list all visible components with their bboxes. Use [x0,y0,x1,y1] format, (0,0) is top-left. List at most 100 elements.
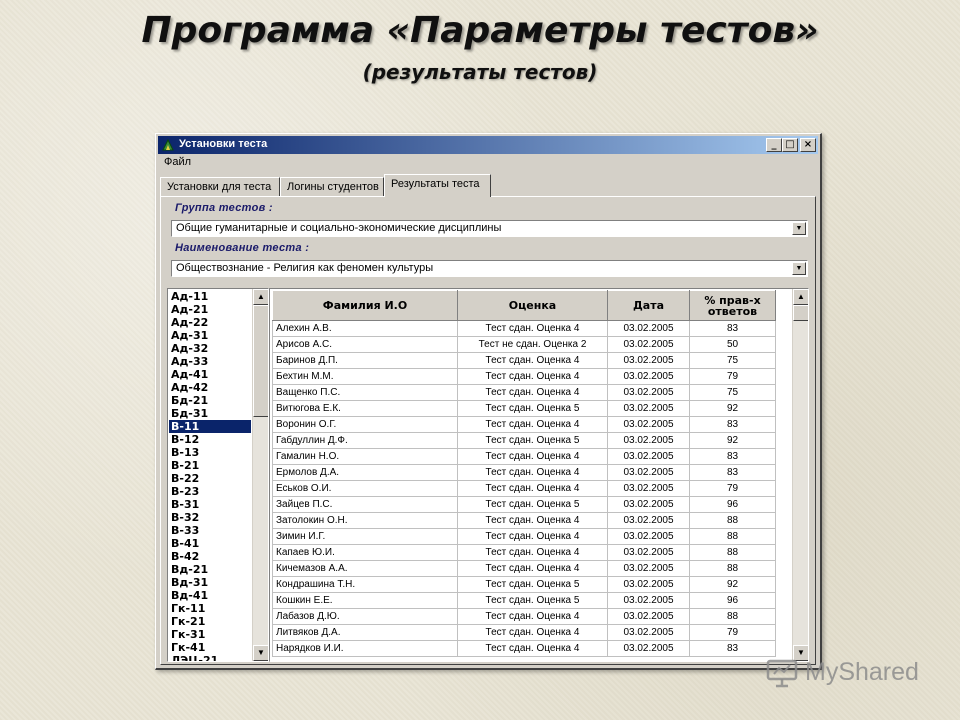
group-list-item[interactable]: В-13 [169,446,251,459]
cell-date[interactable]: 03.02.2005 [607,624,690,641]
minimize-button[interactable]: _ [766,138,782,152]
cell-percent[interactable]: 75 [689,352,776,369]
chevron-down-icon[interactable]: ▼ [792,262,806,275]
cell-percent[interactable]: 92 [689,400,776,417]
cell-date[interactable]: 03.02.2005 [607,320,690,337]
cell-date[interactable]: 03.02.2005 [607,528,690,545]
table-row[interactable]: Лабазов Д.Ю. Тест сдан. Оценка 4 03.02.200… [272,608,776,625]
group-list-item[interactable]: Гк-21 [169,615,251,628]
cell-name[interactable]: Габдуллин Д.Ф. [272,432,458,449]
table-row[interactable]: Бехтин М.М. Тест сдан. Оценка 4 03.02.2005… [272,368,776,385]
table-row[interactable]: Баринов Д.П. Тест сдан. Оценка 4 03.02.200… [272,352,776,369]
cell-date[interactable]: 03.02.2005 [607,512,690,529]
cell-name[interactable]: Ермолов Д.А. [272,464,458,481]
group-list-item[interactable]: Ад-21 [169,303,251,316]
cell-name[interactable]: Кондрашина Т.Н. [272,576,458,593]
cell-grade[interactable]: Тест сдан. Оценка 4 [457,528,608,545]
group-list-item[interactable]: Ад-33 [169,355,251,368]
table-row[interactable]: Алехин А.В. Тест сдан. Оценка 4 03.02.2005… [272,320,776,337]
cell-name[interactable]: Гамалин Н.О. [272,448,458,465]
cell-date[interactable]: 03.02.2005 [607,384,690,401]
cell-percent[interactable]: 83 [689,464,776,481]
cell-grade[interactable]: Тест сдан. Оценка 5 [457,432,608,449]
group-list-item[interactable]: Ад-22 [169,316,251,329]
cell-percent[interactable]: 88 [689,608,776,625]
group-list-item[interactable]: ЛЭЦ-21 [169,654,251,661]
cell-date[interactable]: 03.02.2005 [607,640,690,657]
cell-grade[interactable]: Тест сдан. Оценка 4 [457,384,608,401]
cell-date[interactable]: 03.02.2005 [607,608,690,625]
group-list-item[interactable]: В-23 [169,485,251,498]
table-row[interactable]: Витюгова Е.К. Тест сдан. Оценка 5 03.02.20… [272,400,776,417]
group-list-item[interactable]: Гк-41 [169,641,251,654]
cell-date[interactable]: 03.02.2005 [607,432,690,449]
cell-date[interactable]: 03.02.2005 [607,496,690,513]
table-row[interactable]: Нарядков И.И. Тест сдан. Оценка 4 03.02.20… [272,640,776,657]
table-row[interactable]: Кошкин Е.Е. Тест сдан. Оценка 5 03.02.2005… [272,592,776,609]
cell-grade[interactable]: Тест не сдан. Оценка 2 [457,336,608,353]
scroll-down-icon[interactable]: ▼ [253,645,268,661]
table-row[interactable]: Литвяков Д.А. Тест сдан. Оценка 4 03.02.20… [272,624,776,641]
cell-name[interactable]: Еськов О.И. [272,480,458,497]
tab-test-results[interactable]: Результаты теста [384,174,491,197]
group-list-item[interactable]: Ад-42 [169,381,251,394]
chevron-down-icon[interactable]: ▼ [792,222,806,235]
cell-name[interactable]: Литвяков Д.А. [272,624,458,641]
maximize-button[interactable]: □ [782,138,798,152]
cell-grade[interactable]: Тест сдан. Оценка 5 [457,400,608,417]
table-row[interactable]: Капаев Ю.И. Тест сдан. Оценка 4 03.02.2005… [272,544,776,561]
table-row[interactable]: Еськов О.И. Тест сдан. Оценка 4 03.02.2005… [272,480,776,497]
group-list-scrollbar[interactable]: ▲ ▼ [252,289,268,661]
cell-date[interactable]: 03.02.2005 [607,400,690,417]
table-row[interactable]: Гамалин Н.О. Тест сдан. Оценка 4 03.02.200… [272,448,776,465]
cell-date[interactable]: 03.02.2005 [607,592,690,609]
cell-percent[interactable]: 88 [689,512,776,529]
scroll-thumb[interactable] [253,305,268,417]
cell-name[interactable]: Баринов Д.П. [272,352,458,369]
group-list-item[interactable]: В-11 [169,420,251,433]
cell-name[interactable]: Капаев Ю.И. [272,544,458,561]
group-list-item[interactable]: Вд-41 [169,589,251,602]
cell-grade[interactable]: Тест сдан. Оценка 4 [457,480,608,497]
cell-date[interactable]: 03.02.2005 [607,336,690,353]
cell-date[interactable]: 03.02.2005 [607,560,690,577]
table-row[interactable]: Воронин О.Г. Тест сдан. Оценка 4 03.02.200… [272,416,776,433]
cell-grade[interactable]: Тест сдан. Оценка 5 [457,496,608,513]
cell-name[interactable]: Алехин А.В. [272,320,458,337]
cell-percent[interactable]: 92 [689,576,776,593]
cell-name[interactable]: Затолокин О.Н. [272,512,458,529]
cell-percent[interactable]: 75 [689,384,776,401]
group-list-item[interactable]: Ад-11 [169,290,251,303]
cell-percent[interactable]: 88 [689,560,776,577]
cell-percent[interactable]: 96 [689,496,776,513]
cell-grade[interactable]: Тест сдан. Оценка 4 [457,352,608,369]
cell-percent[interactable]: 83 [689,320,776,337]
cell-grade[interactable]: Тест сдан. Оценка 4 [457,608,608,625]
table-row[interactable]: Ващенко П.С. Тест сдан. Оценка 4 03.02.200… [272,384,776,401]
cell-percent[interactable]: 79 [689,480,776,497]
test-group-select[interactable]: Общие гуманитарные и социально-экономиче… [171,220,808,237]
scroll-thumb[interactable] [793,305,808,321]
cell-date[interactable]: 03.02.2005 [607,480,690,497]
cell-grade[interactable]: Тест сдан. Оценка 4 [457,544,608,561]
column-header-grade[interactable]: Оценка [457,290,608,321]
scroll-up-icon[interactable]: ▲ [253,289,268,305]
close-button[interactable]: × [800,138,816,152]
tab-student-logins[interactable]: Логины студентов [280,177,384,196]
scroll-up-icon[interactable]: ▲ [793,289,808,305]
table-row[interactable]: Арисов А.С. Тест не сдан. Оценка 2 03.02.2… [272,336,776,353]
cell-grade[interactable]: Тест сдан. Оценка 5 [457,592,608,609]
cell-grade[interactable]: Тест сдан. Оценка 4 [457,560,608,577]
cell-percent[interactable]: 88 [689,544,776,561]
cell-percent[interactable]: 96 [689,592,776,609]
group-list-item[interactable]: В-33 [169,524,251,537]
group-list-item[interactable]: В-42 [169,550,251,563]
group-list-item[interactable]: В-22 [169,472,251,485]
cell-percent[interactable]: 79 [689,624,776,641]
table-row[interactable]: Зайцев П.С. Тест сдан. Оценка 5 03.02.2005… [272,496,776,513]
table-row[interactable]: Ермолов Д.А. Тест сдан. Оценка 4 03.02.200… [272,464,776,481]
cell-date[interactable]: 03.02.2005 [607,352,690,369]
results-grid[interactable]: Фамилия И.О Оценка Дата % прав-х ответов… [269,288,809,662]
table-row[interactable]: Габдуллин Д.Ф. Тест сдан. Оценка 5 03.02.2… [272,432,776,449]
cell-name[interactable]: Бехтин М.М. [272,368,458,385]
